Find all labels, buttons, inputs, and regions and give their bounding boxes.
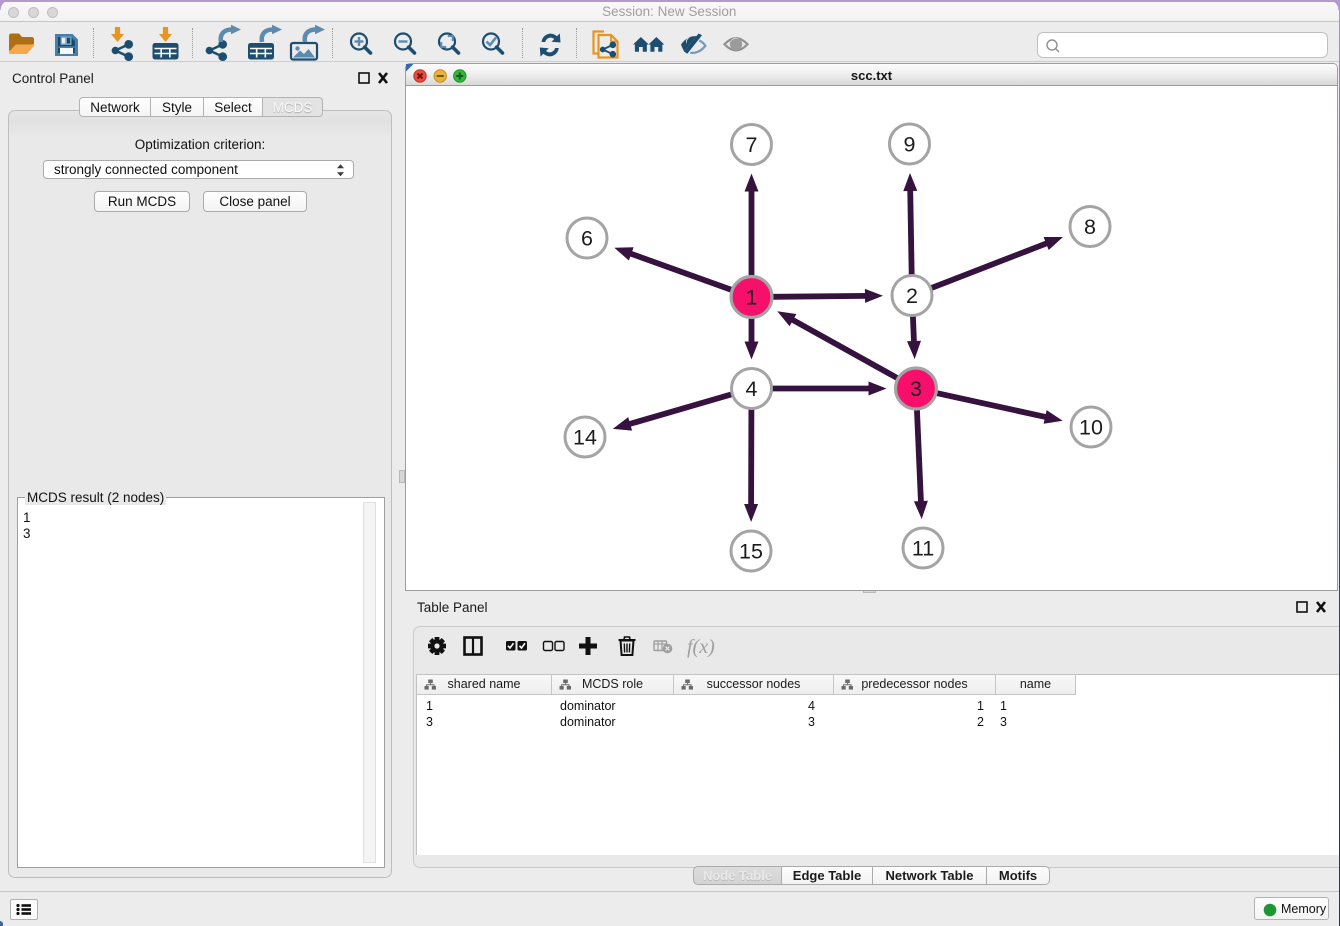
svg-text:8: 8 bbox=[1084, 215, 1096, 239]
svg-text:11: 11 bbox=[912, 537, 934, 561]
svg-text:9: 9 bbox=[904, 133, 916, 157]
svg-text:15: 15 bbox=[739, 540, 763, 564]
svg-text:3: 3 bbox=[910, 377, 922, 401]
svg-text:7: 7 bbox=[746, 133, 758, 157]
svg-text:2: 2 bbox=[906, 284, 918, 308]
svg-text:6: 6 bbox=[581, 227, 593, 251]
svg-text:10: 10 bbox=[1079, 416, 1103, 440]
svg-text:f(x): f(x) bbox=[687, 636, 715, 658]
svg-text:1: 1 bbox=[746, 286, 758, 310]
svg-text:14: 14 bbox=[573, 426, 597, 450]
svg-text:4: 4 bbox=[746, 377, 758, 401]
